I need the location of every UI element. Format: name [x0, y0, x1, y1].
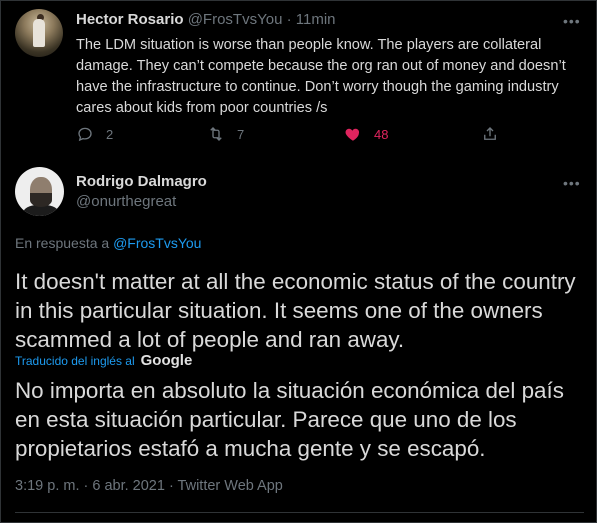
reply-context: En respuesta a @FrosTvsYou — [15, 235, 201, 251]
retweet-button[interactable]: 7 — [207, 125, 244, 143]
heart-filled-icon — [345, 128, 360, 141]
tweet-actions: 2 7 48 — [1, 125, 597, 145]
like-count: 48 — [374, 126, 389, 142]
avatar[interactable] — [15, 9, 63, 57]
display-name[interactable]: Hector Rosario — [76, 11, 184, 28]
retweet-icon — [210, 127, 222, 141]
more-dots-icon[interactable]: ••• — [563, 13, 581, 29]
google-logo: Google — [140, 352, 193, 369]
translation-attribution[interactable]: Traducido del inglés al Google — [15, 352, 192, 369]
reply-button[interactable]: 2 — [76, 125, 113, 143]
share-icon — [484, 127, 496, 140]
more-dots-icon[interactable]: ••• — [563, 175, 581, 191]
reply-count: 2 — [106, 126, 114, 142]
translated-label: Traducido del inglés al — [15, 353, 135, 368]
translated-text: No importa en absoluto la situación econ… — [15, 378, 564, 461]
reply-to-link[interactable]: @FrosTvsYou — [113, 235, 201, 251]
tweet-text: The LDM situation is worse than people k… — [76, 37, 566, 116]
tweet-thread-panel: Hector Rosario @FrosTvsYou · 11min ••• T… — [0, 0, 597, 523]
reply-icon — [78, 127, 92, 142]
divider — [15, 512, 584, 513]
handle[interactable]: @FrosTvsYou — [188, 11, 283, 28]
tweet-timestamp[interactable]: 3:19 p. m. · 6 abr. 2021 · Twitter Web A… — [15, 478, 283, 494]
share-button[interactable] — [481, 125, 499, 143]
timestamp-link[interactable]: 11min — [296, 11, 336, 28]
like-button[interactable]: 48 — [344, 125, 388, 143]
separator: · — [286, 11, 292, 28]
display-name[interactable]: Rodrigo Dalmagro — [76, 173, 207, 190]
reply-prefix: En respuesta a — [15, 235, 110, 251]
retweet-count: 7 — [237, 126, 245, 142]
avatar[interactable] — [15, 167, 64, 216]
tweet-text: It doesn't matter at all the economic st… — [15, 269, 576, 352]
tweet-header: Hector Rosario @FrosTvsYou · 11min — [76, 11, 336, 28]
handle[interactable]: @onurthegreat — [76, 193, 176, 210]
